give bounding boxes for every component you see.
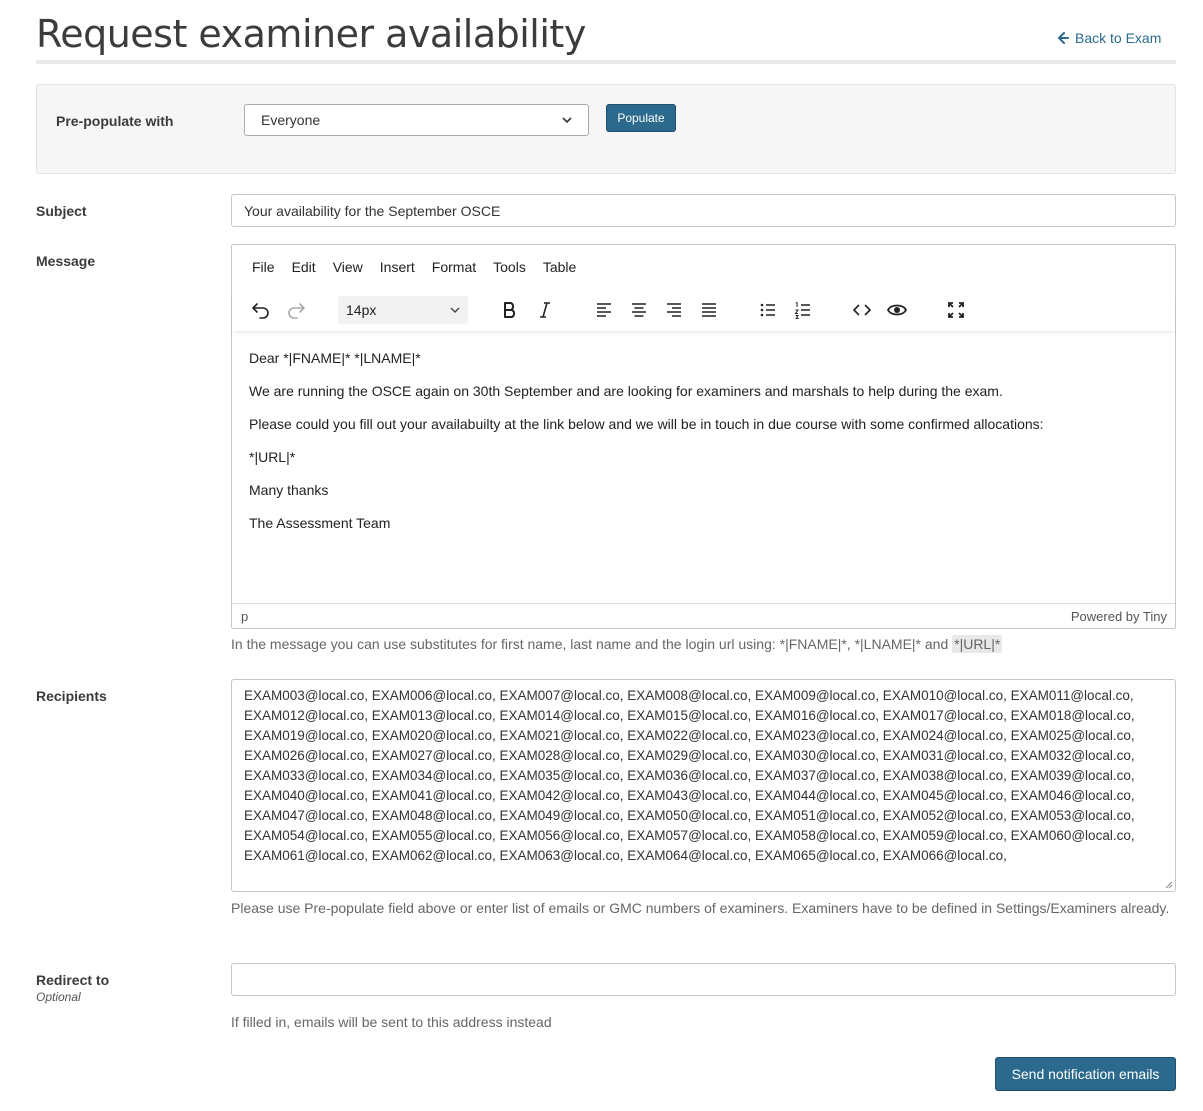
font-size-value: 14px [346,302,377,318]
redirect-help-text: If filled in, emails will be sent to thi… [231,1014,552,1030]
numbered-list-button[interactable] [786,295,820,325]
redo-button[interactable] [279,295,313,325]
menu-edit[interactable]: Edit [292,259,316,275]
preview-button[interactable] [880,295,914,325]
prepopulate-label: Pre-populate with [56,113,174,129]
message-label: Message [36,253,96,269]
message-paragraph: Please could you fill out your availabui… [249,416,1044,432]
menu-insert[interactable]: Insert [380,259,415,275]
arrow-left-icon [1058,32,1069,44]
subject-label: Subject [36,203,87,219]
message-paragraph: We are running the OSCE again on 30th Se… [249,383,1003,399]
redirect-input[interactable] [231,963,1176,996]
menu-file[interactable]: File [252,259,275,275]
resize-handle-icon[interactable] [1165,881,1173,889]
italic-button[interactable] [528,295,562,325]
back-link-label: Back to Exam [1075,30,1162,46]
editor-statusbar: p Powered by Tiny [232,603,1175,628]
menu-view[interactable]: View [333,259,363,275]
message-help-prefix: In the message you can use substitutes f… [231,636,949,652]
back-to-exam-link[interactable]: Back to Exam [1057,30,1161,46]
send-notification-emails-button[interactable]: Send notification emails [995,1057,1176,1091]
recipients-textarea[interactable]: EXAM003@local.co, EXAM006@local.co, EXAM… [231,679,1176,892]
fullscreen-button[interactable] [939,295,973,325]
bullet-list-button[interactable] [751,295,785,325]
bullet-list-icon [760,303,775,317]
menu-tools[interactable]: Tools [493,259,526,275]
eye-icon [887,304,907,316]
subject-input[interactable]: Your availability for the September OSCE [231,194,1176,227]
align-left-icon [597,303,611,317]
redo-icon [288,303,305,319]
fullscreen-icon [948,302,964,318]
title-divider [36,60,1176,64]
font-size-select[interactable]: 14px [338,296,468,324]
code-icon [853,304,871,316]
optional-hint: Optional [36,990,81,1004]
align-justify-icon [702,303,716,317]
message-paragraph: The Assessment Team [249,515,391,531]
recipients-label: Recipients [36,688,107,704]
align-center-button[interactable] [622,295,656,325]
editor-content[interactable]: Dear *|FNAME|* *|LNAME|* We are running … [249,350,1159,548]
editor-toolbar: 14px [232,295,1175,331]
menu-format[interactable]: Format [432,259,476,275]
chevron-down-icon [450,307,460,313]
align-center-icon [632,303,646,317]
message-paragraph: Dear *|FNAME|* *|LNAME|* [249,350,421,366]
message-help-text: In the message you can use substitutes f… [231,634,1003,654]
message-paragraph: Many thanks [249,482,329,498]
undo-icon [252,303,269,319]
chevron-down-icon [562,117,572,124]
recipients-help-text: Please use Pre-populate field above or e… [231,900,1170,916]
recipients-value: EXAM003@local.co, EXAM006@local.co, EXAM… [244,688,1135,863]
numbered-list-icon [794,301,810,319]
url-substitute-tag: *|URL|* [952,635,1003,653]
page-title: Request examiner availability [36,12,586,56]
align-right-icon [667,303,681,317]
prepopulate-select[interactable]: Everyone [244,104,589,136]
message-paragraph: *|URL|* [249,449,296,465]
italic-icon [540,302,550,318]
bold-icon [504,302,516,318]
bold-button[interactable] [493,295,527,325]
prepopulate-selected-value: Everyone [261,112,321,128]
populate-button[interactable]: Populate [606,104,676,132]
source-code-button[interactable] [845,295,879,325]
align-right-button[interactable] [657,295,691,325]
menu-table[interactable]: Table [543,259,576,275]
powered-by-link[interactable]: Powered by Tiny [1071,609,1167,624]
align-left-button[interactable] [587,295,621,325]
redirect-label: Redirect to [36,972,110,988]
undo-button[interactable] [244,295,278,325]
message-editor: File Edit View Insert Format Tools Table… [231,244,1176,629]
editor-menubar: File Edit View Insert Format Tools Table [252,259,593,275]
align-justify-button[interactable] [692,295,726,325]
element-path[interactable]: p [241,609,248,624]
